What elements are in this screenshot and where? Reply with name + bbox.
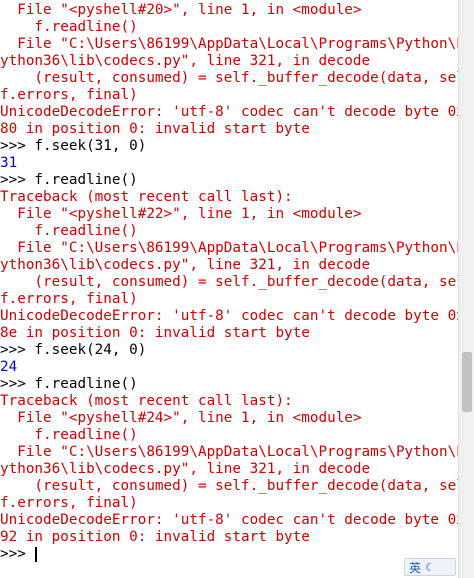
shell-line: (result, consumed) = self._buffer_decode… <box>0 70 458 86</box>
shell-line: >>> <box>0 546 37 563</box>
shell-line: 80 in position 0: invalid start byte <box>0 121 310 137</box>
vertical-scrollbar[interactable] <box>458 0 474 578</box>
shell-line: File "C:\Users\86199\AppData\Local\Progr… <box>0 36 458 52</box>
shell-output[interactable]: File "<pyshell#20>", line 1, in <module>… <box>0 0 458 578</box>
ime-language-label: 英 <box>409 560 422 575</box>
shell-line: f.readline() <box>0 19 138 35</box>
shell-line: f.readline() <box>0 223 138 239</box>
shell-line: (result, consumed) = self._buffer_decode… <box>0 274 458 290</box>
moon-icon: ☾ <box>425 560 435 574</box>
shell-line: ython36\lib\codecs.py", line 321, in dec… <box>0 257 371 273</box>
scrollbar-thumb[interactable] <box>462 352 472 412</box>
shell-line: f.errors, final) <box>0 87 138 103</box>
shell-line: UnicodeDecodeError: 'utf-8' codec can't … <box>0 104 458 120</box>
shell-line: 31 <box>0 155 18 171</box>
shell-line: ython36\lib\codecs.py", line 321, in dec… <box>0 461 371 477</box>
shell-line: File "<pyshell#24>", line 1, in <module> <box>0 410 362 426</box>
shell-line: >>> f.seek(31, 0) <box>0 138 147 154</box>
shell-line: >>> f.readline() <box>0 172 138 188</box>
shell-line: (result, consumed) = self._buffer_decode… <box>0 478 458 494</box>
shell-line: Traceback (most recent call last): <box>0 189 293 205</box>
shell-line: f.readline() <box>0 427 138 443</box>
shell-line: UnicodeDecodeError: 'utf-8' codec can't … <box>0 308 458 324</box>
shell-line: File "<pyshell#20>", line 1, in <module> <box>0 2 362 18</box>
shell-line: Traceback (most recent call last): <box>0 393 293 409</box>
shell-line: ython36\lib\codecs.py", line 321, in dec… <box>0 53 371 69</box>
shell-line: 24 <box>0 359 18 375</box>
shell-line: File "<pyshell#22>", line 1, in <module> <box>0 206 362 222</box>
shell-line: File "C:\Users\86199\AppData\Local\Progr… <box>0 444 458 460</box>
shell-line: 8e in position 0: invalid start byte <box>0 325 310 341</box>
shell-line: f.errors, final) <box>0 495 138 511</box>
text-cursor <box>35 546 37 562</box>
shell-line: >>> f.seek(24, 0) <box>0 342 147 358</box>
shell-line: >>> f.readline() <box>0 376 138 392</box>
ime-indicator[interactable]: 英 ☾ <box>404 558 456 576</box>
shell-line: File "C:\Users\86199\AppData\Local\Progr… <box>0 240 458 256</box>
shell-line: f.errors, final) <box>0 291 138 307</box>
shell-line: 92 in position 0: invalid start byte <box>0 529 310 545</box>
shell-line: UnicodeDecodeError: 'utf-8' codec can't … <box>0 512 458 528</box>
